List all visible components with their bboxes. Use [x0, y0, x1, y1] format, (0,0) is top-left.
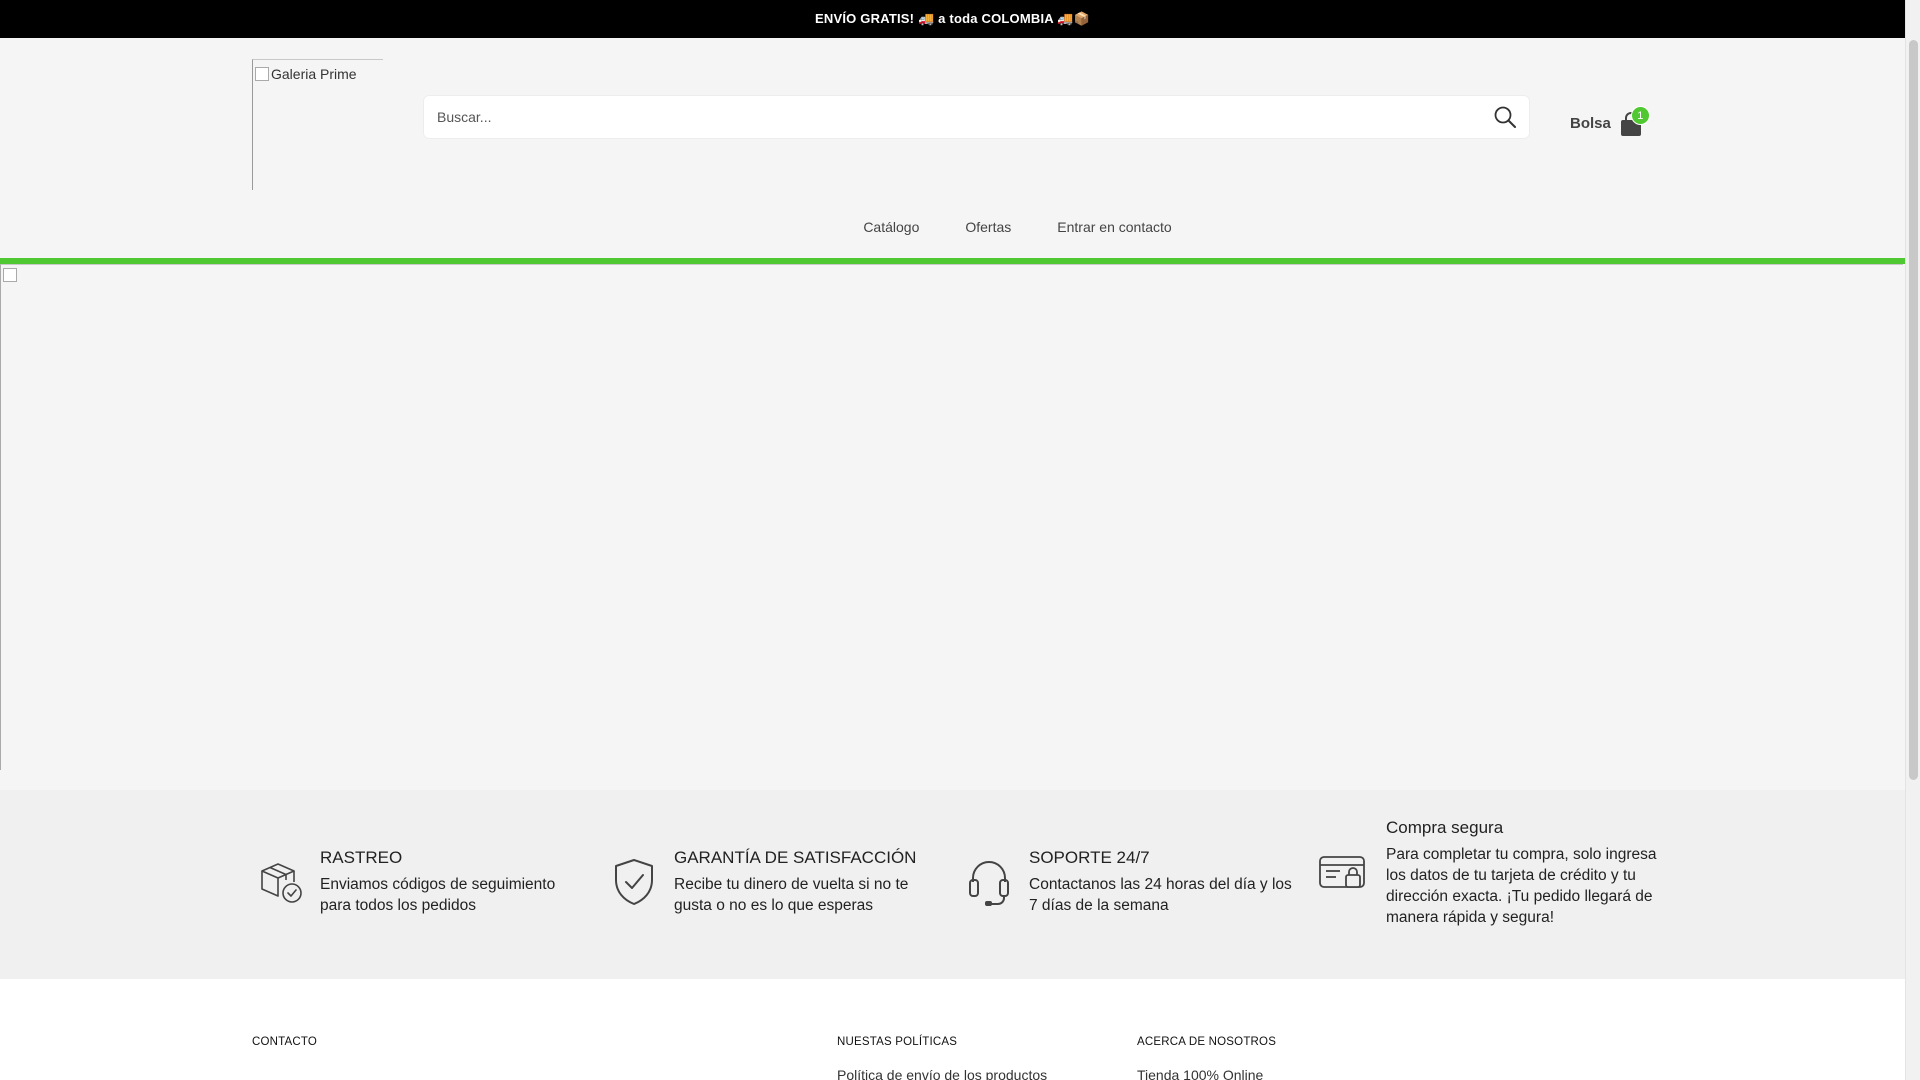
broken-image-icon	[255, 67, 269, 81]
site-footer: CONTACTO NUESTAS POLÍTICAS Política de e…	[0, 979, 1905, 1080]
cart-count-badge: 1	[1630, 106, 1650, 125]
secure-card-icon	[1319, 856, 1365, 888]
search-input[interactable]	[423, 95, 1480, 139]
feature-title: SOPORTE 24/7	[1029, 848, 1150, 867]
footer-col-politicas: NUESTAS POLÍTICAS Política de envío de l…	[837, 1036, 1047, 1080]
footer-col-nosotros: ACERCA DE NOSOTROS Tienda 100% Online	[1137, 1036, 1276, 1080]
feature-description: Para completar tu compra, solo ingresa l…	[1386, 846, 1657, 926]
announcement-text: ENVÍO GRATIS! 🚚 a toda COLOMBIA 🚚📦	[815, 11, 1090, 26]
broken-image-icon	[3, 268, 17, 282]
feature-garantia: GARANTÍA DE SATISFACCIÓN Recibe tu diner…	[610, 848, 940, 916]
main-nav: Catálogo Ofertas Entrar en contacto	[0, 219, 1905, 235]
search-bar	[423, 95, 1530, 139]
feature-description: Enviamos códigos de seguimiento para tod…	[320, 876, 556, 914]
feature-rastreo: RASTREO Enviamos códigos de seguimiento …	[256, 848, 576, 916]
logo-alt-text: Galeria Prime	[271, 66, 357, 82]
feature-description: Contactanos las 24 horas del día y los 7…	[1029, 876, 1292, 914]
feature-description: Recibe tu dinero de vuelta si no te gust…	[674, 876, 909, 914]
hero-banner	[0, 264, 1905, 790]
cart-label: Bolsa	[1570, 114, 1611, 132]
page-scrollbar[interactable]	[1905, 0, 1920, 1080]
feature-text: GARANTÍA DE SATISFACCIÓN Recibe tu diner…	[674, 848, 940, 916]
search-button[interactable]	[1480, 95, 1530, 139]
feature-text: Compra segura Para completar tu compra, …	[1386, 818, 1658, 928]
announcement-bar: ENVÍO GRATIS! 🚚 a toda COLOMBIA 🚚📦	[0, 0, 1905, 38]
hero-image[interactable]	[0, 264, 1903, 770]
feature-text: SOPORTE 24/7 Contactanos las 24 horas de…	[1029, 848, 1295, 916]
footer-link[interactable]: Política de envío de los productos	[837, 1067, 1047, 1080]
cart-bag: 1	[1619, 106, 1650, 136]
scrollbar-thumb[interactable]	[1909, 40, 1918, 780]
feature-title: RASTREO	[320, 848, 403, 867]
footer-link[interactable]: Tienda 100% Online	[1137, 1067, 1276, 1080]
package-check-icon	[261, 863, 302, 903]
feature-title: GARANTÍA DE SATISFACCIÓN	[674, 848, 917, 867]
feature-text: RASTREO Enviamos códigos de seguimiento …	[320, 848, 576, 916]
footer-col-title: ACERCA DE NOSOTROS	[1137, 1036, 1277, 1048]
feature-compra-segura: Compra segura Para completar tu compra, …	[1318, 818, 1658, 928]
shield-check-icon	[615, 859, 653, 905]
features-section: RASTREO Enviamos códigos de seguimiento …	[0, 790, 1905, 979]
nav-item-catalogo[interactable]: Catálogo	[840, 219, 942, 235]
search-icon	[1494, 106, 1516, 128]
nav-item-ofertas[interactable]: Ofertas	[942, 219, 1034, 235]
page: ENVÍO GRATIS! 🚚 a toda COLOMBIA 🚚📦 Galer…	[0, 0, 1905, 1080]
headset-icon	[969, 861, 1009, 906]
footer-col-title: NUESTAS POLÍTICAS	[837, 1036, 958, 1048]
footer-col-contacto: CONTACTO	[252, 1036, 317, 1048]
feature-soporte: SOPORTE 24/7 Contactanos las 24 horas de…	[965, 848, 1295, 916]
feature-title: Compra segura	[1386, 818, 1504, 837]
site-header: Galeria Prime Bolsa 1 Catálogo	[0, 38, 1905, 264]
cart-button[interactable]: Bolsa 1	[1570, 106, 1650, 136]
footer-col-title: CONTACTO	[252, 1036, 318, 1048]
site-logo[interactable]: Galeria Prime	[252, 59, 383, 190]
nav-item-contacto[interactable]: Entrar en contacto	[1034, 219, 1194, 235]
